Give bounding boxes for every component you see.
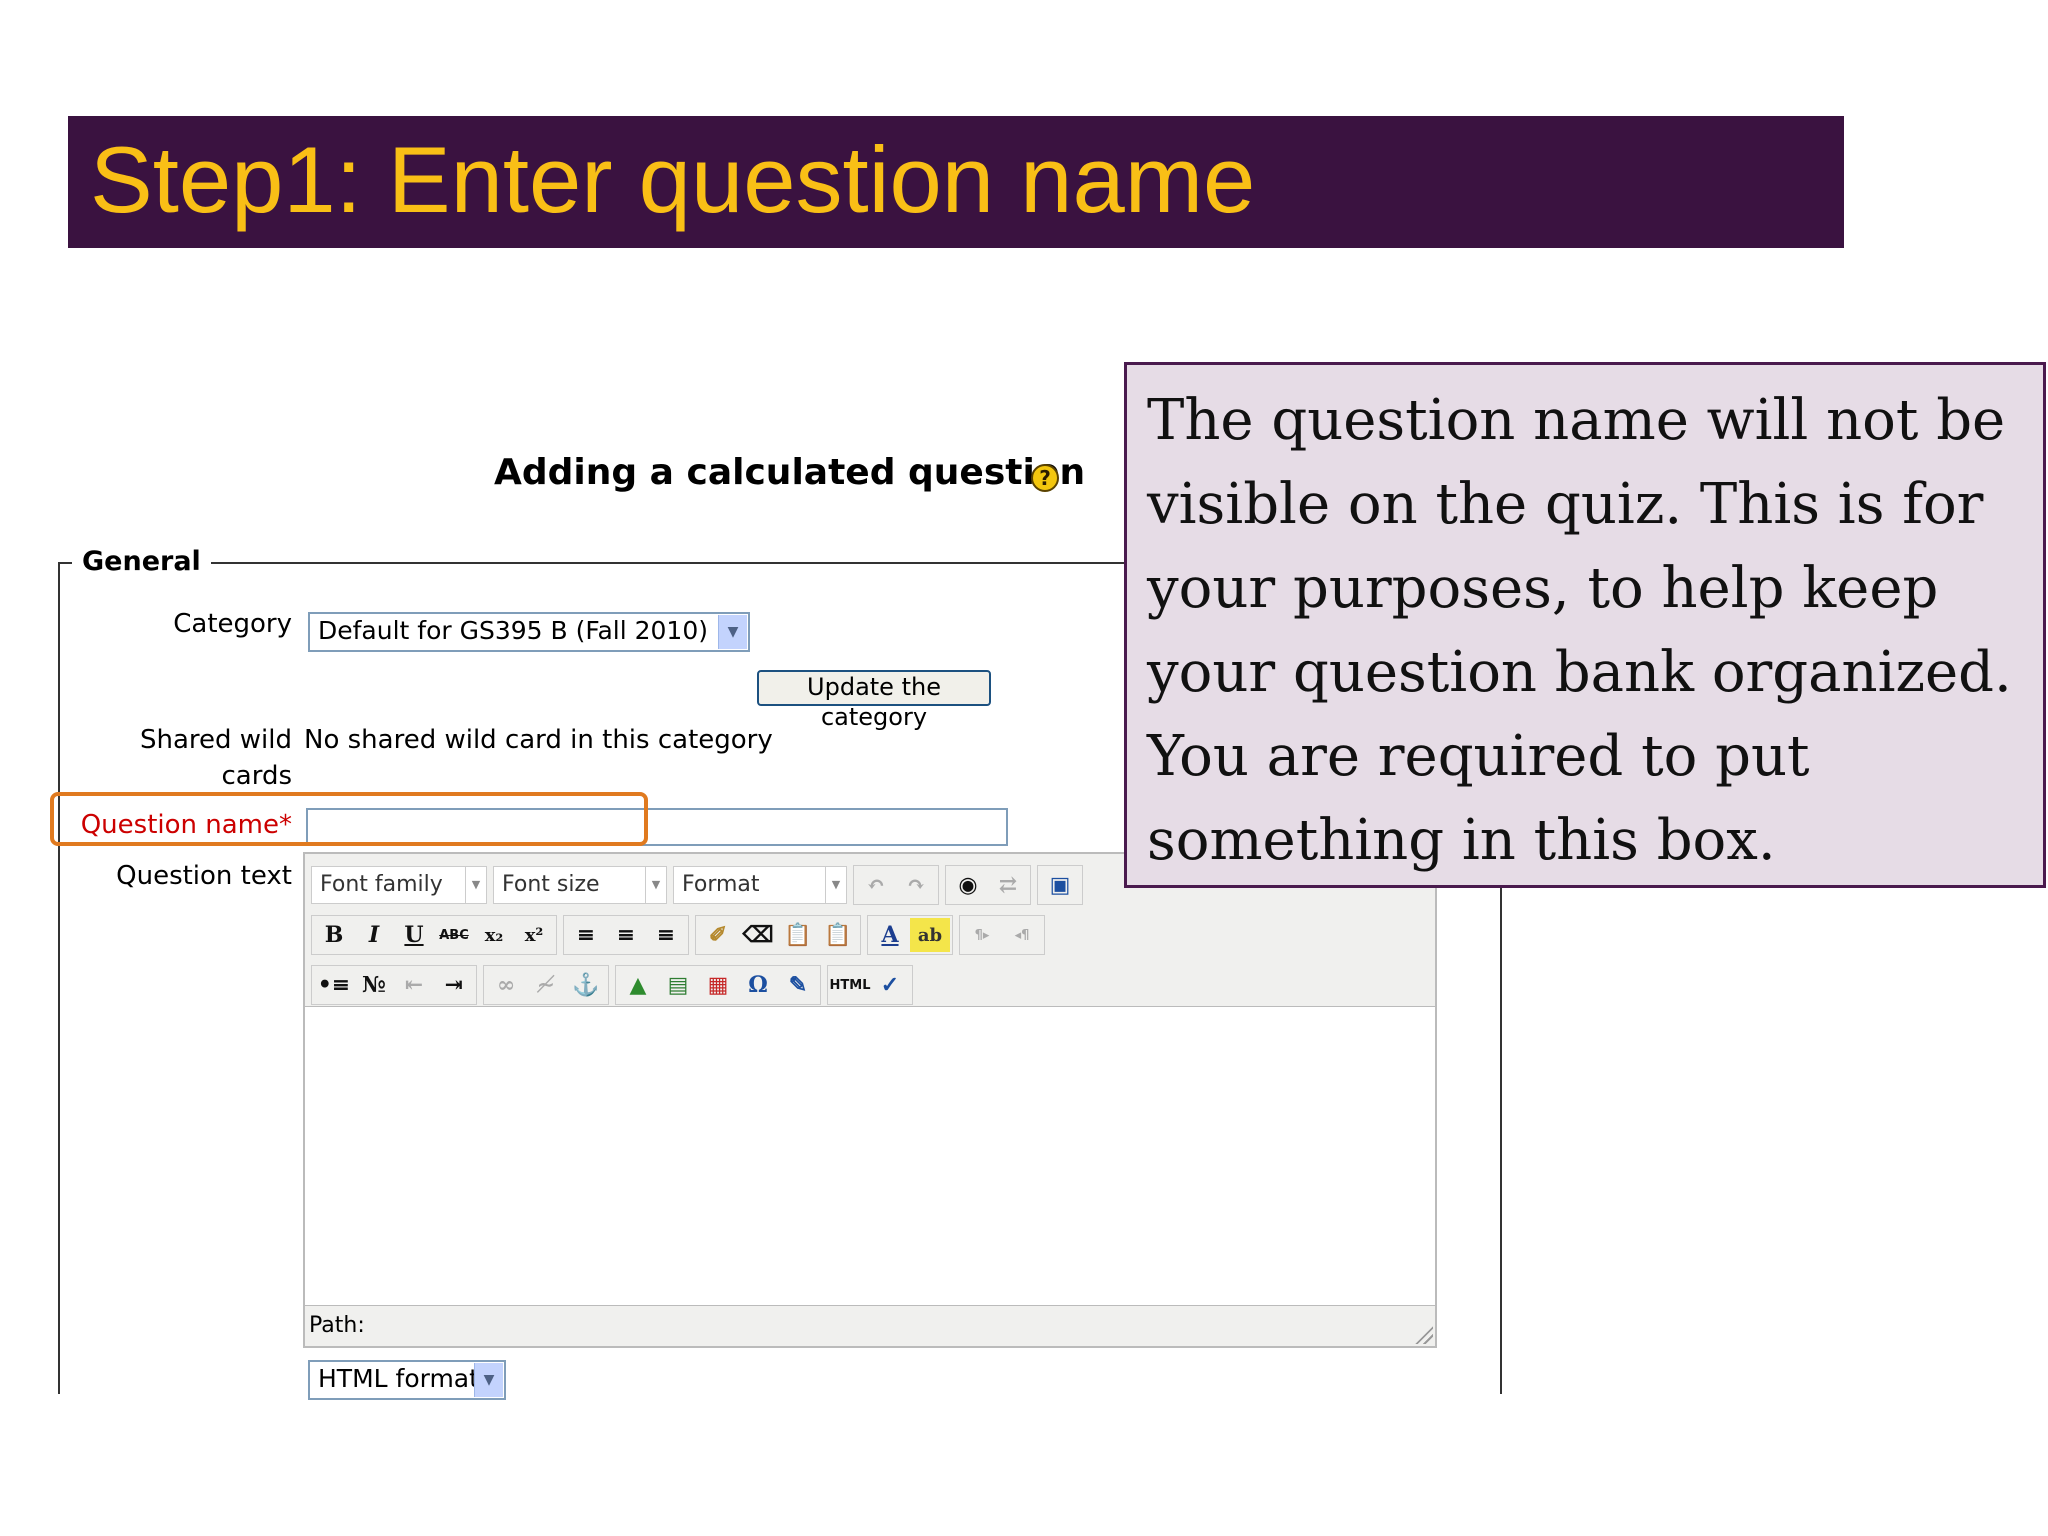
image-icon[interactable]: ▲ <box>618 968 658 1002</box>
help-icon[interactable]: ? <box>1031 464 1059 492</box>
format-select[interactable]: Format ▼ <box>673 866 847 904</box>
italic-icon[interactable]: I <box>354 918 394 952</box>
align-right-icon[interactable]: ≡ <box>646 918 686 952</box>
slide-title: Step1: Enter question name <box>90 127 1256 232</box>
update-category-button[interactable]: Update the category <box>757 670 991 731</box>
section-legend: General <box>72 542 211 582</box>
chevron-down-icon: ▼ <box>465 867 486 903</box>
search-group: ◉ ⇄ <box>945 865 1031 905</box>
text-style-group: B I U ABC x₂ x² <box>311 915 557 955</box>
anchor-icon[interactable]: ⚓ <box>566 968 606 1002</box>
bold-icon[interactable]: B <box>314 918 354 952</box>
chevron-down-icon: ▼ <box>825 867 846 903</box>
table-icon[interactable]: ▦ <box>698 968 738 1002</box>
font-size-select-label: Font size <box>502 872 600 897</box>
callout-box: The question name will not be visible on… <box>1124 362 2046 888</box>
resize-handle-icon[interactable] <box>1415 1326 1433 1344</box>
redo-icon[interactable]: ↷ <box>896 868 936 902</box>
chevron-down-icon: ▼ <box>645 867 666 903</box>
category-select-value: Default for GS395 B (Fall 2010) <box>318 616 708 645</box>
highlight-color-icon[interactable]: ab <box>910 918 950 952</box>
media-icon[interactable]: ▤ <box>658 968 698 1002</box>
source-group: HTML ✓ <box>827 965 913 1005</box>
spellcheck-icon[interactable]: ✓ <box>870 968 910 1002</box>
undo-icon[interactable]: ↶ <box>856 868 896 902</box>
align-left-icon[interactable]: ≡ <box>566 918 606 952</box>
rich-text-editor: Font family ▼ Font size ▼ Format ▼ ↶ ↷ ◉ ⇄ … <box>303 852 1437 1348</box>
font-size-select[interactable]: Font size ▼ <box>493 866 667 904</box>
font-family-select[interactable]: Font family ▼ <box>311 866 487 904</box>
page-heading: Adding a calculated question <box>494 452 1086 493</box>
question-text-label: Question text <box>116 861 292 891</box>
rtl-icon[interactable]: ◂¶ <box>1002 918 1042 952</box>
direction-group: ¶▸ ◂¶ <box>959 915 1045 955</box>
shared-wildcards-label-line1: Shared wild <box>139 725 292 755</box>
undo-redo-group: ↶ ↷ <box>853 865 939 905</box>
category-label: Category <box>173 609 292 639</box>
shared-wildcards-value: No shared wild card in this category <box>304 725 773 755</box>
fullscreen-group: ▣ <box>1037 865 1083 905</box>
indent-icon[interactable]: ⇥ <box>434 968 474 1002</box>
special-char-icon[interactable]: Ω <box>738 968 778 1002</box>
outdent-icon[interactable]: ⇤ <box>394 968 434 1002</box>
unlink-icon[interactable]: ≁ <box>526 968 566 1002</box>
numbered-list-icon[interactable]: № <box>354 968 394 1002</box>
subscript-icon[interactable]: x₂ <box>474 918 514 952</box>
color-group: A ab <box>867 915 953 955</box>
chevron-down-icon[interactable]: ▼ <box>718 615 747 649</box>
category-select[interactable]: Default for GS395 B (Fall 2010) ▼ <box>308 612 750 652</box>
title-banner: Step1: Enter question name <box>68 116 1844 248</box>
editor-path-label: Path: <box>309 1313 365 1338</box>
toolbar-row-2: B I U ABC x₂ x² ≡ ≡ ≡ ✐ ⌫ 📋 📋 A ab ¶▸ ◂¶ <box>311 914 1051 956</box>
question-name-highlight-box <box>50 792 648 846</box>
shared-wildcards-label-line2: cards <box>221 761 292 791</box>
superscript-icon[interactable]: x² <box>514 918 554 952</box>
link-icon[interactable]: ∞ <box>486 968 526 1002</box>
link-group: ∞ ≁ ⚓ <box>483 965 609 1005</box>
text-color-icon[interactable]: A <box>870 918 910 952</box>
cleanup-icon[interactable]: ✐ <box>698 918 738 952</box>
bullet-list-icon[interactable]: •≡ <box>314 968 354 1002</box>
format-select-label: Format <box>682 872 760 897</box>
html-source-icon[interactable]: HTML <box>830 968 871 1002</box>
fullscreen-icon[interactable]: ▣ <box>1040 868 1080 902</box>
align-center-icon[interactable]: ≡ <box>606 918 646 952</box>
find-icon[interactable]: ◉ <box>948 868 988 902</box>
paste-word-icon[interactable]: 📋 <box>818 918 858 952</box>
underline-icon[interactable]: U <box>394 918 434 952</box>
eraser-icon[interactable]: ⌫ <box>738 918 778 952</box>
chevron-down-icon[interactable]: ▼ <box>474 1363 503 1397</box>
strikethrough-icon[interactable]: ABC <box>434 918 474 952</box>
text-format-select-value: HTML format <box>318 1364 479 1393</box>
editor-content-area[interactable] <box>305 1006 1435 1306</box>
ltr-icon[interactable]: ¶▸ <box>962 918 1002 952</box>
clipboard-group: ✐ ⌫ 📋 📋 <box>695 915 861 955</box>
shared-wildcards-label: Shared wild cards <box>120 722 292 794</box>
toolbar-row-3: •≡ № ⇤ ⇥ ∞ ≁ ⚓ ▲ ▤ ▦ Ω ✎ HTML ✓ <box>311 964 919 1006</box>
paste-text-icon[interactable]: 📋 <box>778 918 818 952</box>
insert-group: ▲ ▤ ▦ Ω ✎ <box>615 965 821 1005</box>
emoticon-icon[interactable]: ✎ <box>778 968 818 1002</box>
font-family-select-label: Font family <box>320 872 443 897</box>
align-group: ≡ ≡ ≡ <box>563 915 689 955</box>
replace-icon[interactable]: ⇄ <box>988 868 1028 902</box>
list-group: •≡ № ⇤ ⇥ <box>311 965 477 1005</box>
toolbar-row-1: Font family ▼ Font size ▼ Format ▼ ↶ ↷ ◉ ⇄ … <box>311 864 1089 906</box>
text-format-select[interactable]: HTML format ▼ <box>308 1360 506 1400</box>
fieldset-left-border <box>58 562 60 1394</box>
